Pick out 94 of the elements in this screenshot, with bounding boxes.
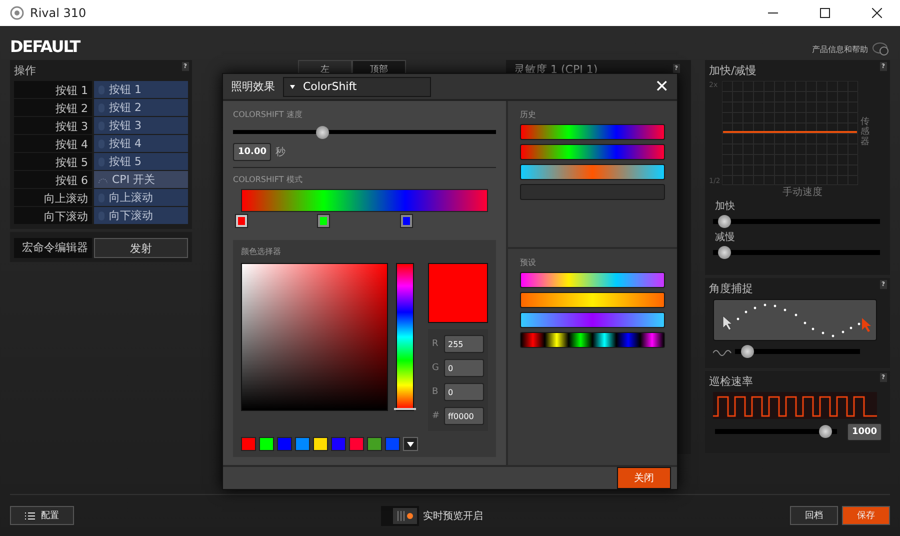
color-swatch[interactable]	[331, 437, 346, 451]
unit-label: 秒	[275, 146, 286, 159]
gradient-swatch[interactable]	[520, 312, 665, 328]
slider-thumb[interactable]	[740, 345, 754, 358]
button-name: 按钮 5	[14, 153, 92, 170]
caret-icon	[290, 84, 295, 88]
color-input[interactable]: 0	[444, 383, 484, 401]
section-label: COLORSHIFT 模式	[233, 174, 304, 185]
binding-button[interactable]: 按钮 4	[94, 135, 188, 152]
saturation-value-field[interactable]	[241, 263, 388, 411]
chat-help-icon[interactable]	[872, 42, 890, 56]
binding-button[interactable]: 按钮 3	[94, 117, 188, 134]
binding-button[interactable]: 向上滚动	[94, 189, 188, 206]
color-stop[interactable]	[317, 214, 330, 228]
speed-value: 10.00	[233, 143, 272, 161]
section-label: 预设	[520, 257, 537, 268]
live-preview-toggle[interactable]	[381, 506, 419, 526]
grip-icon	[397, 510, 405, 520]
tab[interactable]: 顶部	[352, 60, 406, 74]
polling-rate-value: 1000	[846, 422, 882, 440]
panel-title: 巡检速率	[708, 374, 754, 390]
field-label: G	[432, 363, 440, 373]
config-button[interactable]: 配置	[10, 506, 74, 525]
button-name: 按钮 4	[14, 135, 92, 152]
macro-label: 宏命令编辑器	[14, 238, 92, 258]
binding-button[interactable]: 按钮 5	[94, 153, 188, 170]
effect-dropdown[interactable]: ColorShift	[283, 76, 431, 96]
color-input[interactable]: 255	[444, 335, 484, 353]
field-label: R	[432, 339, 440, 349]
gradient-swatch[interactable]	[520, 332, 665, 348]
panel-title: 操作	[13, 63, 37, 79]
button-name: 按钮 3	[14, 117, 92, 134]
color-swatch[interactable]	[313, 437, 328, 451]
color-swatch[interactable]	[277, 437, 292, 451]
wave-icon	[713, 348, 733, 356]
field-label: B	[432, 387, 440, 397]
slider-thumb[interactable]	[718, 246, 731, 259]
color-swatch[interactable]	[241, 437, 256, 451]
binding-button[interactable]: 按钮 1	[94, 81, 188, 98]
gauge-icon	[98, 176, 108, 184]
color-input[interactable]: 0	[444, 359, 484, 377]
panel-title: 加快/减慢	[708, 63, 758, 79]
gradient-swatch[interactable]	[520, 164, 665, 180]
list-icon	[25, 512, 35, 520]
profile-name: DEFAULT	[10, 37, 80, 56]
slider-thumb[interactable]	[718, 215, 731, 228]
slider-label: 减慢	[714, 230, 736, 244]
window-title: Rival 310	[30, 6, 88, 20]
button-name: 向下滚动	[14, 207, 92, 224]
slider-label: 加快	[714, 200, 736, 213]
live-preview-label: 实时预览开启	[423, 510, 483, 522]
color-swatch[interactable]	[349, 437, 364, 451]
tab[interactable]: 左	[298, 60, 352, 74]
dropdown-button[interactable]	[403, 437, 418, 451]
panel-title: 角度捕捉	[708, 281, 754, 297]
close-button[interactable]: ✕	[654, 76, 669, 96]
gradient-swatch[interactable]	[520, 144, 665, 160]
button-name: 按钮 1	[14, 81, 92, 98]
save-button[interactable]: 保存	[842, 506, 890, 525]
gradient-swatch[interactable]	[520, 272, 665, 288]
section-label: COLORSHIFT 速度	[233, 109, 304, 120]
caret-icon	[407, 442, 414, 446]
button-name: 按钮 6	[14, 171, 92, 188]
section-label: 颜色选择器	[241, 246, 282, 257]
color-swatch[interactable]	[385, 437, 400, 451]
binding-button[interactable]: 向下滚动	[94, 207, 188, 224]
lighting-effect-label: 照明效果	[231, 79, 275, 94]
gradient-swatch[interactable]	[520, 292, 665, 308]
field-label: #	[432, 411, 440, 421]
maximize-icon[interactable]	[820, 8, 830, 18]
color-input[interactable]: ff0000	[444, 407, 484, 425]
close-icon[interactable]	[872, 8, 882, 18]
gradient-swatch[interactable]	[520, 184, 665, 200]
slider-thumb[interactable]	[316, 126, 329, 139]
section-label: 历史	[520, 109, 537, 120]
hue-slider[interactable]	[396, 263, 414, 411]
color-swatch[interactable]	[295, 437, 310, 451]
color-stop[interactable]	[235, 214, 248, 228]
color-swatch[interactable]	[367, 437, 382, 451]
fire-button[interactable]: 发射	[94, 238, 188, 258]
button-name: 向上滚动	[14, 189, 92, 206]
axis-label: 传感器	[860, 118, 870, 148]
slider-thumb[interactable]	[819, 425, 832, 438]
color-stop[interactable]	[400, 214, 413, 228]
gradient-swatch[interactable]	[520, 124, 665, 140]
color-swatch[interactable]	[259, 437, 274, 451]
revert-button[interactable]: 回档	[790, 506, 838, 525]
app-logo-icon	[10, 6, 24, 20]
button-name: 按钮 2	[14, 99, 92, 116]
binding-button[interactable]: 按钮 2	[94, 99, 188, 116]
axis-label: 手动速度	[782, 186, 824, 199]
help-link[interactable]: 产品信息和帮助	[812, 44, 868, 54]
close-dialog-button[interactable]: 关闭	[617, 467, 671, 489]
binding-button[interactable]: CPI 开关	[94, 171, 188, 188]
